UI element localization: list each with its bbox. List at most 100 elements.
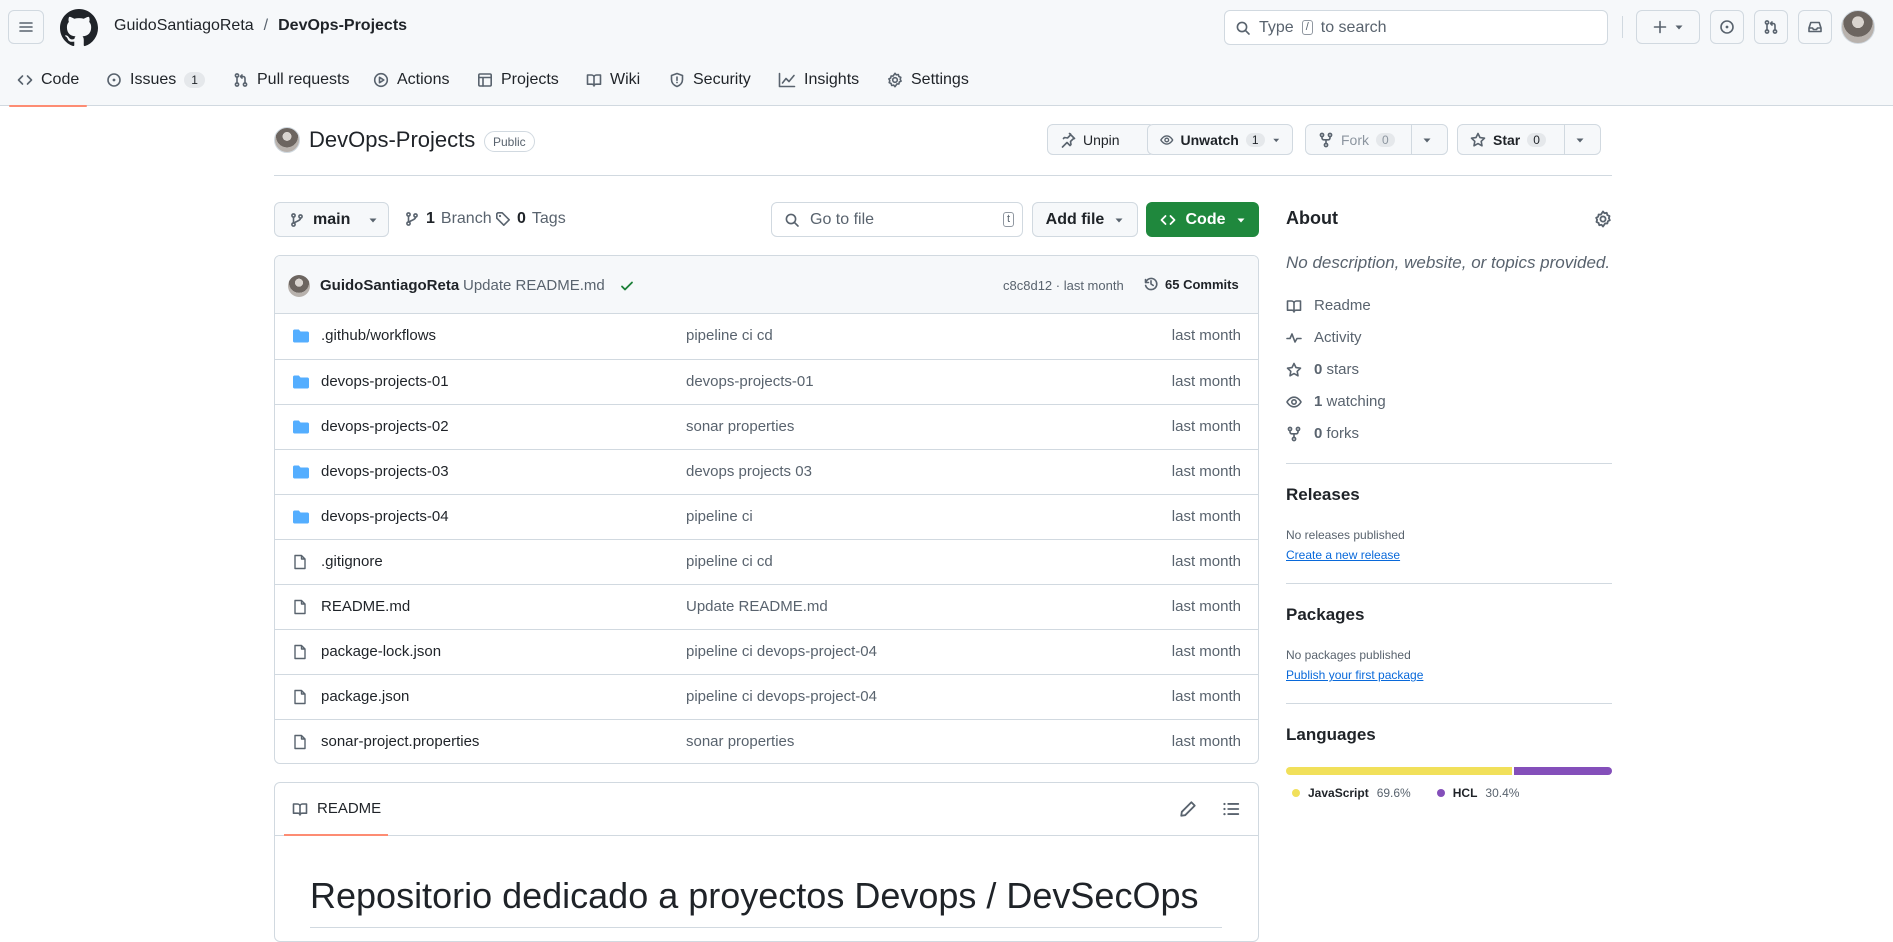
file-name-link[interactable]: README.md: [321, 598, 410, 615]
menu-button[interactable]: [8, 10, 44, 44]
search-icon: [785, 213, 799, 227]
releases-heading[interactable]: Releases: [1286, 485, 1360, 505]
unwatch-button[interactable]: Unwatch 1: [1147, 124, 1293, 155]
tab-pull-requests[interactable]: Pull requests: [233, 54, 350, 106]
star-button[interactable]: Star 0: [1457, 124, 1565, 155]
readme-tab[interactable]: README: [292, 800, 381, 817]
file-icon: [292, 734, 308, 750]
user-avatar[interactable]: [1841, 10, 1875, 44]
commits-history-link[interactable]: 65 Commits: [1143, 276, 1239, 292]
tab-wiki[interactable]: Wiki: [586, 54, 640, 106]
tab-projects[interactable]: Projects: [477, 54, 559, 106]
branches-link[interactable]: 1 Branch: [404, 210, 492, 228]
tab-issues[interactable]: Issues 1: [106, 54, 205, 106]
tags-link[interactable]: 0 Tags: [495, 210, 566, 228]
file-row[interactable]: .github/workflows pipeline ci cd last mont…: [275, 314, 1258, 359]
file-name-link[interactable]: devops-projects-03: [321, 463, 449, 480]
commit-author[interactable]: GuidoSantiagoReta: [320, 277, 459, 294]
tag-count: 0: [517, 210, 526, 227]
file-row[interactable]: .gitignore pipeline ci cd last month: [275, 539, 1258, 584]
code-button-label: Code: [1185, 210, 1226, 228]
go-to-file-shortcut: t: [1002, 212, 1014, 227]
about-stars-link[interactable]: 0 stars: [1286, 361, 1359, 378]
star-options-button[interactable]: [1564, 124, 1601, 155]
fork-button[interactable]: Fork 0: [1305, 124, 1412, 155]
file-name-link[interactable]: devops-projects-02: [321, 418, 449, 435]
go-to-file-placeholder: Go to file: [810, 210, 875, 228]
file-row[interactable]: devops-projects-04 pipeline ci last month: [275, 494, 1258, 539]
commit-author-avatar[interactable]: [288, 275, 310, 297]
github-logo-icon[interactable]: [60, 9, 98, 47]
packages-heading[interactable]: Packages: [1286, 605, 1364, 625]
file-name-link[interactable]: devops-projects-01: [321, 373, 449, 390]
file-commit-date: last month: [1171, 598, 1241, 615]
pencil-icon[interactable]: [1179, 800, 1197, 818]
file-commit-message[interactable]: sonar properties: [686, 733, 794, 750]
branch-selector[interactable]: main: [274, 202, 389, 237]
tab-code[interactable]: Code: [8, 54, 88, 107]
file-commit-message[interactable]: pipeline ci cd: [686, 327, 773, 344]
create-release-link[interactable]: Create a new release: [1286, 548, 1400, 562]
file-row[interactable]: devops-projects-01 devops-projects-01 last…: [275, 359, 1258, 404]
file-name-link[interactable]: .gitignore: [321, 553, 383, 570]
pull-requests-button[interactable]: [1754, 10, 1788, 44]
forks-label: forks: [1326, 425, 1360, 442]
file-commit-message[interactable]: sonar properties: [686, 418, 794, 435]
breadcrumb-repo[interactable]: DevOps-Projects: [278, 17, 407, 35]
file-commit-message[interactable]: pipeline ci devops-project-04: [686, 688, 877, 705]
code-clone-button[interactable]: Code: [1146, 202, 1259, 237]
check-icon[interactable]: [619, 278, 635, 294]
file-name-link[interactable]: package-lock.json: [321, 643, 441, 660]
language-item[interactable]: HCL 30.4%: [1436, 786, 1519, 800]
file-name-link[interactable]: sonar-project.properties: [321, 733, 479, 750]
file-commit-date: last month: [1171, 508, 1241, 525]
file-row[interactable]: sonar-project.properties sonar properties…: [275, 719, 1258, 763]
about-readme-label: Readme: [1314, 297, 1371, 314]
file-row[interactable]: package.json pipeline ci devops-project-0…: [275, 674, 1258, 719]
unpin-button[interactable]: Unpin: [1047, 124, 1155, 155]
tab-security[interactable]: Security: [669, 54, 751, 106]
file-row[interactable]: devops-projects-03 devops projects 03 last…: [275, 449, 1258, 494]
publish-package-link[interactable]: Publish your first package: [1286, 668, 1423, 682]
commit-message[interactable]: Update README.md: [463, 277, 605, 294]
fork-options-button[interactable]: [1411, 124, 1448, 155]
file-row[interactable]: devops-projects-02 sonar properties last m…: [275, 404, 1258, 449]
file-commit-message[interactable]: devops-projects-01: [686, 373, 814, 390]
add-file-button[interactable]: Add file: [1032, 202, 1138, 237]
about-activity-link[interactable]: Activity: [1286, 329, 1362, 346]
play-icon: [373, 72, 389, 88]
folder-icon: [292, 419, 310, 435]
file-name-link[interactable]: package.json: [321, 688, 409, 705]
breadcrumb-owner[interactable]: GuidoSantiagoReta: [114, 17, 254, 35]
about-watching-link[interactable]: 1 watching: [1286, 393, 1386, 410]
about-readme-link[interactable]: Readme: [1286, 297, 1371, 314]
gear-icon[interactable]: [1594, 210, 1612, 228]
no-packages-text: No packages published: [1286, 648, 1411, 662]
tab-actions[interactable]: Actions: [373, 54, 449, 106]
about-description: No description, website, or topics provi…: [1286, 253, 1611, 272]
list-unordered-icon[interactable]: [1222, 800, 1240, 818]
file-commit-message[interactable]: Update README.md: [686, 598, 828, 615]
tab-insights[interactable]: Insights: [778, 54, 859, 106]
file-row[interactable]: package-lock.json pipeline ci devops-proj…: [275, 629, 1258, 674]
create-new-button[interactable]: [1636, 10, 1700, 44]
file-commit-message[interactable]: pipeline ci devops-project-04: [686, 643, 877, 660]
forks-count: 0: [1314, 425, 1323, 442]
file-commit-message[interactable]: pipeline ci: [686, 508, 753, 525]
tab-settings[interactable]: Settings: [887, 54, 969, 106]
file-name-link[interactable]: devops-projects-04: [321, 508, 449, 525]
go-to-file-input[interactable]: Go to file t: [771, 202, 1023, 237]
commit-sha-time[interactable]: c8c8d12 · last month: [1003, 278, 1124, 293]
file-name-link[interactable]: .github/workflows: [321, 327, 436, 344]
global-search-input[interactable]: Type / to search: [1224, 10, 1608, 45]
triangle-down-icon: [1237, 218, 1244, 222]
file-row[interactable]: README.md Update README.md last month: [275, 584, 1258, 629]
repo-owner-avatar[interactable]: [274, 127, 300, 153]
issues-button[interactable]: [1710, 10, 1744, 44]
file-commit-message[interactable]: devops projects 03: [686, 463, 812, 480]
repo-title[interactable]: DevOps-Projects: [309, 127, 475, 153]
inbox-button[interactable]: [1798, 10, 1832, 44]
about-forks-link[interactable]: 0 forks: [1286, 425, 1359, 442]
language-item[interactable]: JavaScript 69.6%: [1292, 786, 1411, 800]
file-commit-message[interactable]: pipeline ci cd: [686, 553, 773, 570]
